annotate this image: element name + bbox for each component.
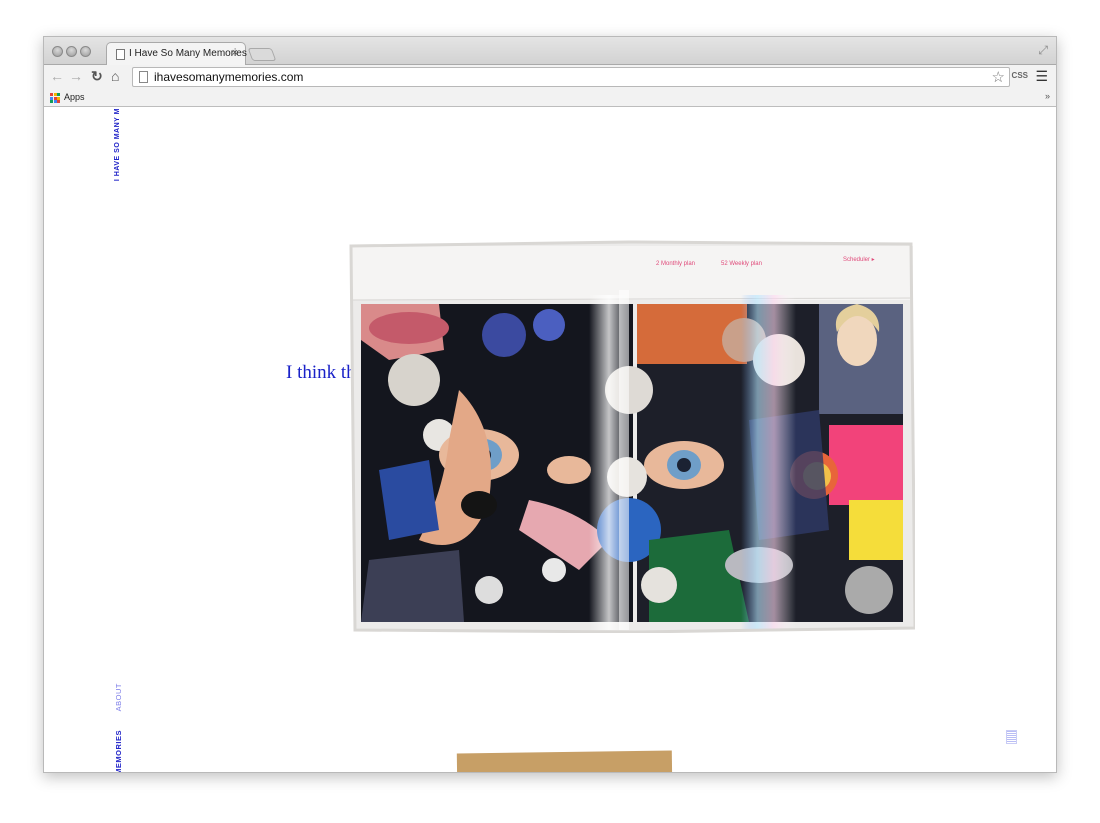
toolbar: ← → ↻ ⌂ ihavesomanymemories.com ☆ CSS ☰ xyxy=(44,65,1056,89)
nav-about-link[interactable]: ABOUT xyxy=(114,683,123,711)
bookmarks-overflow-icon[interactable]: » xyxy=(1045,91,1050,101)
home-icon[interactable]: ⌂ xyxy=(111,68,119,84)
close-window-icon[interactable] xyxy=(52,46,63,57)
bookmarks-bar: Apps » xyxy=(44,89,1056,107)
scheduler-label: Scheduler ▸ xyxy=(843,257,875,263)
intro-quote: I think th xyxy=(286,362,356,383)
css-extension-button[interactable]: CSS xyxy=(1012,71,1028,80)
reload-icon[interactable]: ↻ xyxy=(91,68,103,84)
fullscreen-icon[interactable]: ⤢ xyxy=(1038,43,1048,58)
nav-memories-link[interactable]: MEMORIES xyxy=(114,730,123,772)
apps-bookmark[interactable]: Apps xyxy=(64,92,85,102)
scroll-indicator-icon[interactable] xyxy=(1006,730,1017,744)
page-icon xyxy=(139,71,148,83)
address-bar[interactable]: ihavesomanymemories.com ☆ xyxy=(132,67,1010,87)
forward-arrow-icon[interactable]: → xyxy=(69,68,83,84)
weekly-plan-label: 52 Weekly plan xyxy=(721,261,762,267)
minimize-window-icon[interactable] xyxy=(66,46,77,57)
browser-tab[interactable]: I Have So Many Memories × xyxy=(106,42,247,66)
zoom-window-icon[interactable] xyxy=(80,46,91,57)
hamburger-menu-icon[interactable]: ☰ xyxy=(1035,68,1048,85)
next-photo-preview[interactable] xyxy=(456,750,673,772)
url-text[interactable]: ihavesomanymemories.com xyxy=(154,70,303,84)
tab-close-icon[interactable]: × xyxy=(232,47,238,59)
back-arrow-icon[interactable]: ← xyxy=(50,68,64,84)
tab-title: I Have So Many Memories xyxy=(129,48,247,59)
tab-bar: I Have So Many Memories × ⤢ xyxy=(44,37,1056,66)
site-title[interactable]: I HAVE SO MANY M xyxy=(114,108,121,181)
planner-collage-photo[interactable]: 2 Monthly plan 52 Weekly plan Scheduler … xyxy=(349,240,915,633)
monthly-plan-label: 2 Monthly plan xyxy=(656,261,695,267)
new-tab-button[interactable] xyxy=(247,48,277,61)
page-content: I HAVE SO MANY M I think th 2 Monthly pl… xyxy=(44,108,1056,772)
bookmark-star-icon[interactable]: ☆ xyxy=(992,68,1005,86)
apps-icon[interactable] xyxy=(50,93,60,103)
browser-window: I Have So Many Memories × ⤢ ← → ↻ ⌂ ihav… xyxy=(43,36,1057,773)
document-icon xyxy=(116,49,125,60)
